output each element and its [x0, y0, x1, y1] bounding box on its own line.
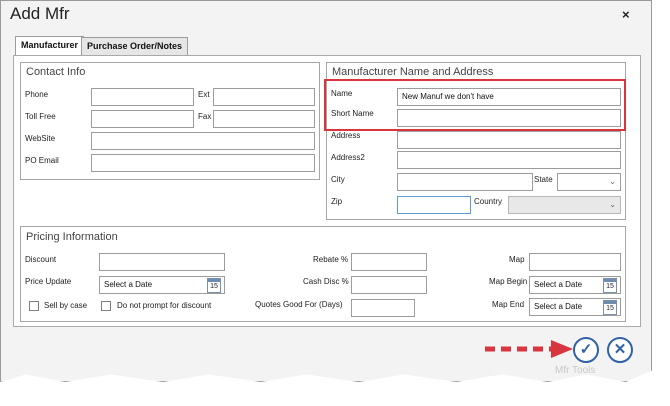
address-field[interactable]: [397, 131, 621, 149]
map-end-label: Map End: [492, 300, 525, 309]
cancel-button[interactable]: ✕: [607, 337, 633, 363]
po-email-label: PO Email: [25, 156, 59, 165]
close-icon[interactable]: ×: [622, 7, 630, 22]
ext-field[interactable]: [213, 88, 315, 106]
mfr-tools-ghost-text: Mfr Tools: [555, 365, 596, 376]
ext-label: Ext: [198, 90, 210, 99]
chevron-down-icon: ⌄: [609, 200, 616, 209]
pricing-info-group: Pricing Information Discount Price Updat…: [20, 226, 626, 322]
map-end-placeholder: Select a Date: [534, 302, 583, 311]
cash-disc-label: Cash Disc %: [303, 277, 349, 286]
city-label: City: [331, 175, 345, 184]
price-update-date-field[interactable]: Select a Date 15: [99, 276, 225, 294]
po-email-field[interactable]: [91, 154, 315, 172]
contact-info-group: Contact Info Phone Ext Toll Free Fax Web…: [20, 62, 320, 180]
toll-free-label: Toll Free: [25, 112, 56, 121]
sell-by-case-checkbox[interactable]: [29, 301, 39, 311]
rebate-label: Rebate %: [313, 255, 349, 264]
city-field[interactable]: [397, 173, 533, 191]
fax-field[interactable]: [213, 110, 315, 128]
map-end-date-field[interactable]: Select a Date 15: [529, 298, 621, 316]
no-prompt-discount-checkbox[interactable]: [101, 301, 111, 311]
contact-info-title: Contact Info: [26, 66, 86, 78]
discount-field[interactable]: [99, 253, 225, 271]
map-begin-date-field[interactable]: Select a Date 15: [529, 276, 621, 294]
phone-label: Phone: [25, 90, 49, 99]
website-field[interactable]: [91, 132, 315, 150]
no-prompt-discount-label: Do not prompt for discount: [117, 301, 212, 310]
fax-label: Fax: [198, 112, 212, 121]
tab-manufacturer[interactable]: Manufacturer: [15, 36, 85, 56]
calendar-icon[interactable]: 15: [603, 278, 617, 293]
state-label: State: [534, 175, 553, 184]
quotes-good-field[interactable]: [351, 299, 415, 317]
calendar-icon[interactable]: 15: [207, 278, 221, 293]
zip-label: Zip: [331, 197, 343, 206]
map-begin-placeholder: Select a Date: [534, 280, 583, 289]
chevron-down-icon: ⌄: [609, 177, 616, 186]
rebate-field[interactable]: [351, 253, 427, 271]
red-arrow-icon: [485, 340, 573, 358]
website-label: WebSite: [25, 134, 56, 143]
name-address-title: Manufacturer Name and Address: [332, 66, 494, 78]
country-select[interactable]: ⌄: [508, 196, 621, 214]
address-label: Address: [331, 131, 361, 140]
calendar-icon[interactable]: 15: [603, 300, 617, 315]
sell-by-case-label: Sell by case: [44, 301, 88, 310]
highlight-box: [324, 79, 626, 131]
zip-field[interactable]: [397, 196, 471, 214]
tab-purchase-order-notes[interactable]: Purchase Order/Notes: [81, 37, 189, 55]
price-update-label: Price Update: [25, 277, 72, 286]
ok-button[interactable]: ✓: [573, 337, 599, 363]
map-label: Map: [509, 255, 525, 264]
address2-label: Address2: [331, 153, 365, 162]
map-field[interactable]: [529, 253, 621, 271]
price-update-placeholder: Select a Date: [104, 280, 153, 289]
phone-field[interactable]: [91, 88, 194, 106]
dialog-title: Add Mfr: [10, 4, 70, 23]
toll-free-field[interactable]: [91, 110, 194, 128]
map-begin-label: Map Begin: [489, 277, 528, 286]
add-mfr-dialog: Add Mfr × Manufacturer Purchase Order/No…: [0, 0, 652, 382]
cash-disc-field[interactable]: [351, 276, 427, 294]
state-select[interactable]: ⌄: [557, 173, 621, 191]
pricing-info-title: Pricing Information: [26, 231, 118, 243]
quotes-good-label: Quotes Good For (Days): [255, 300, 343, 309]
discount-label: Discount: [25, 255, 57, 264]
country-label: Country: [474, 197, 503, 206]
address2-field[interactable]: [397, 151, 621, 169]
